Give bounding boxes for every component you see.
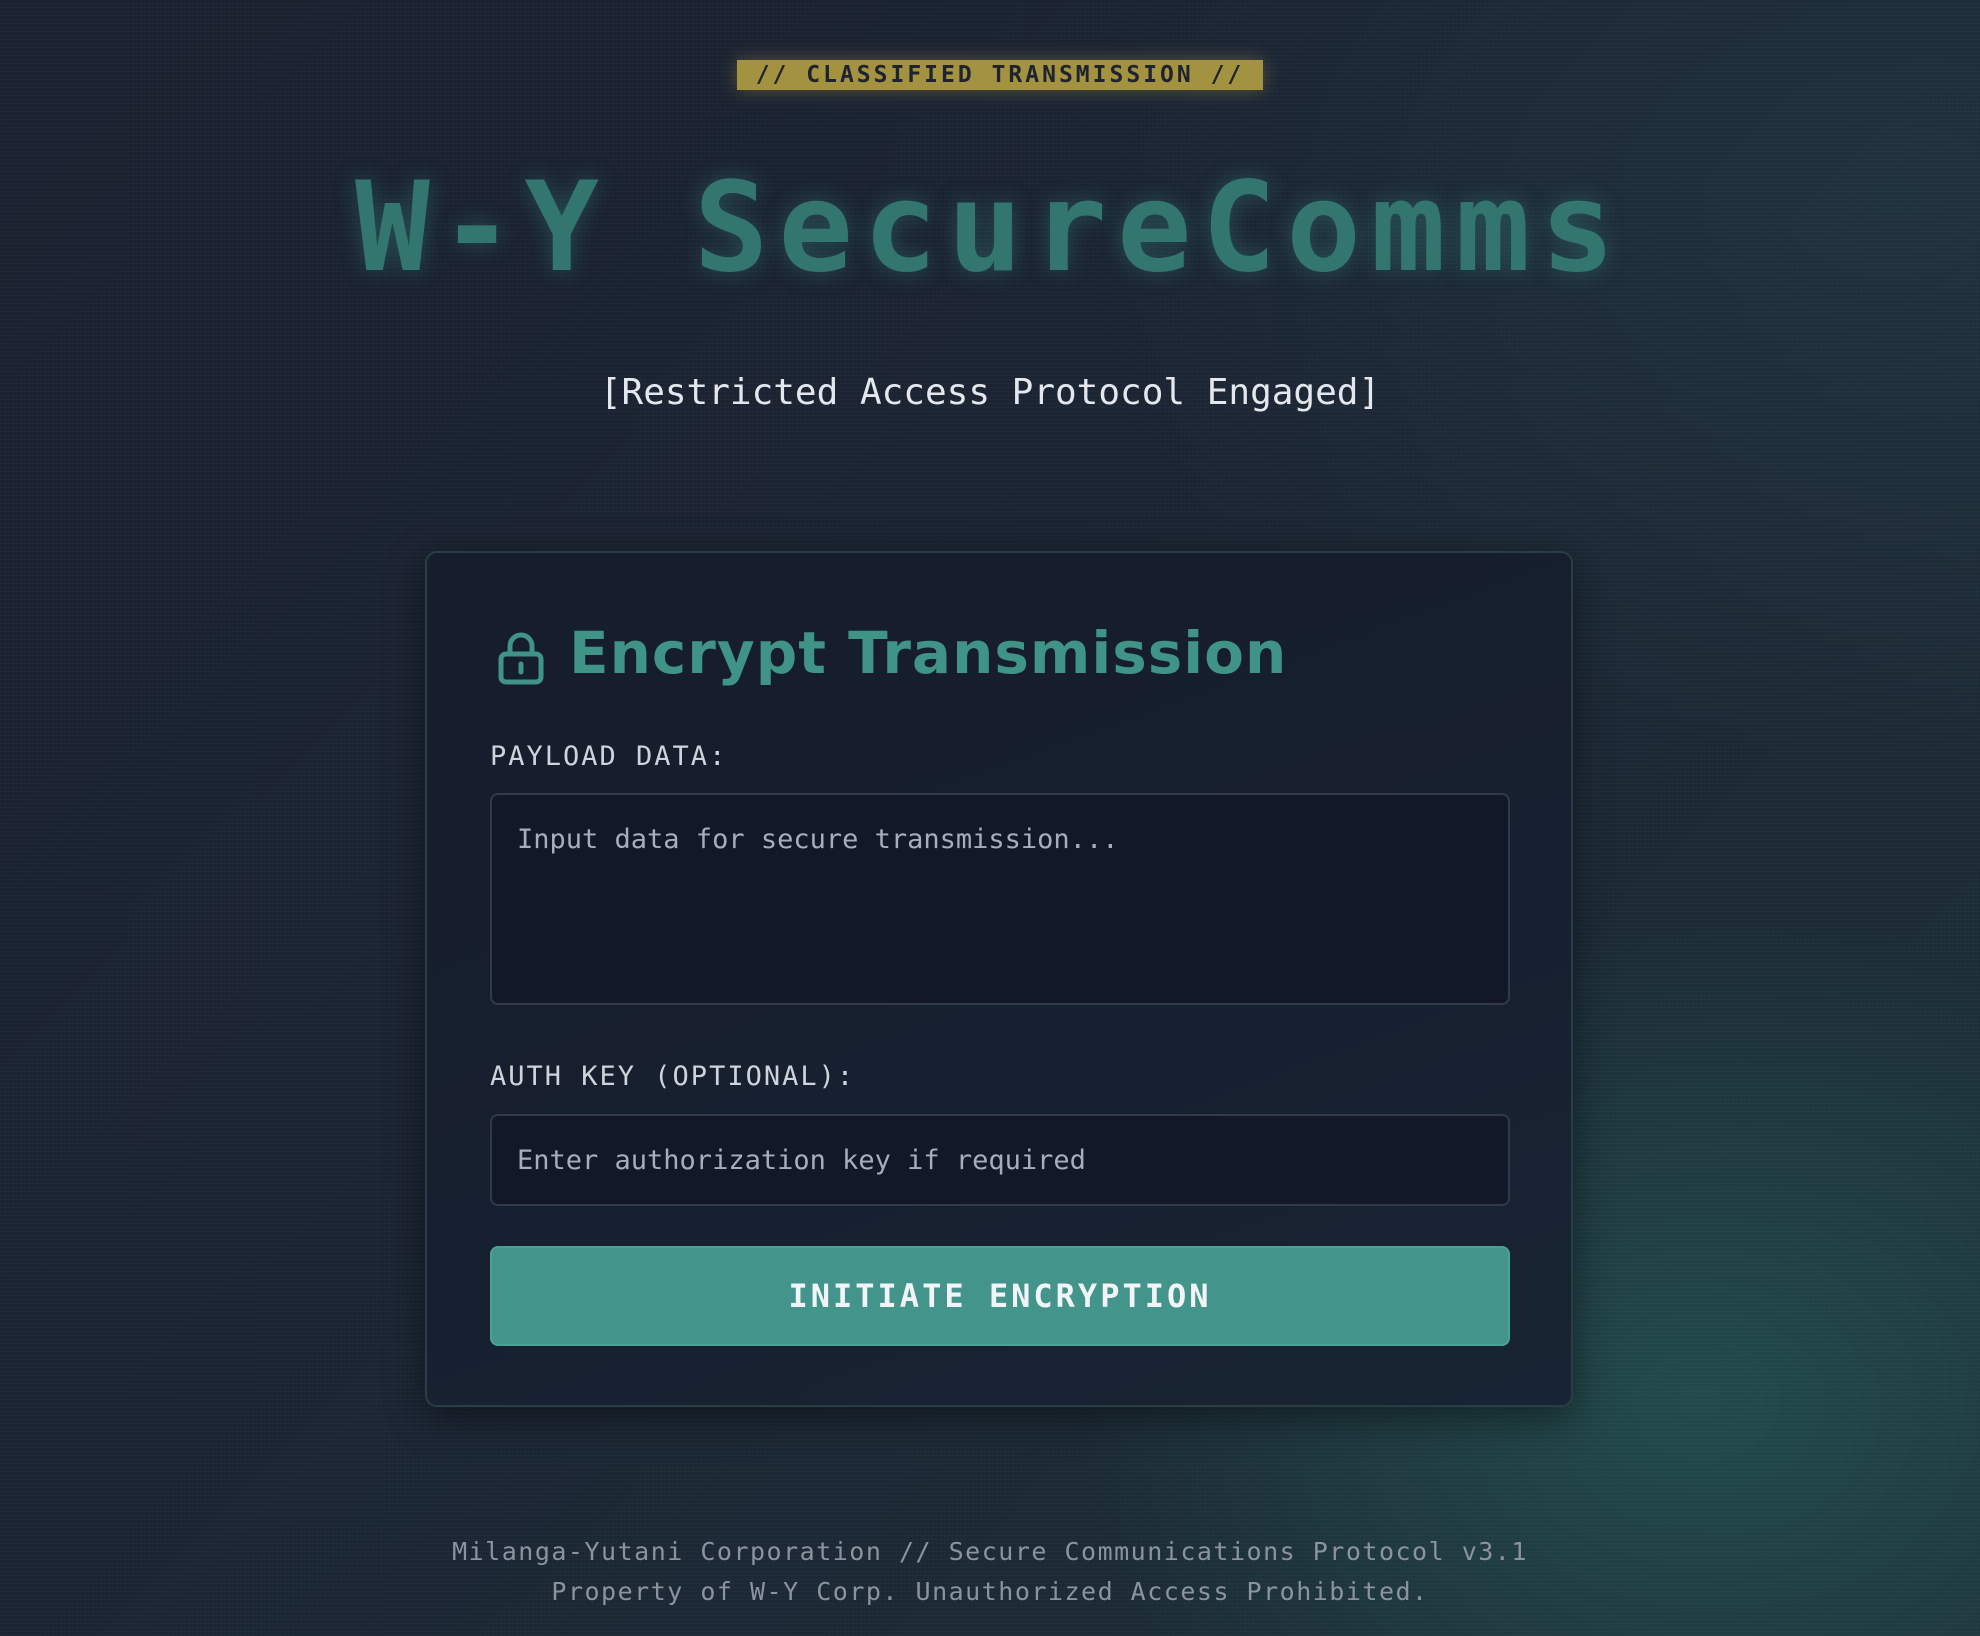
lock-icon [498,632,544,685]
auth-key-label: AUTH KEY (OPTIONAL): [490,1061,856,1092]
payload-label: PAYLOAD DATA: [490,741,728,772]
payload-textarea[interactable] [490,793,1510,1005]
initiate-encryption-button[interactable]: INITIATE ENCRYPTION [490,1246,1510,1346]
card-title: Encrypt Transmission [569,619,1288,687]
footer-notice: Property of W-Y Corp. Unauthorized Acces… [551,1577,1429,1606]
page-subtitle: [Restricted Access Protocol Engaged] [599,372,1381,413]
classified-badge: // CLASSIFIED TRANSMISSION // [737,60,1263,90]
auth-key-input[interactable] [490,1114,1510,1206]
encrypt-card: Encrypt Transmission PAYLOAD DATA: AUTH … [425,551,1573,1407]
page-title: W-Y SecureComms [355,156,1625,300]
card-header: Encrypt Transmission [497,613,1287,693]
footer-corporation: Milanga-Yutani Corporation // Secure Com… [452,1537,1528,1566]
